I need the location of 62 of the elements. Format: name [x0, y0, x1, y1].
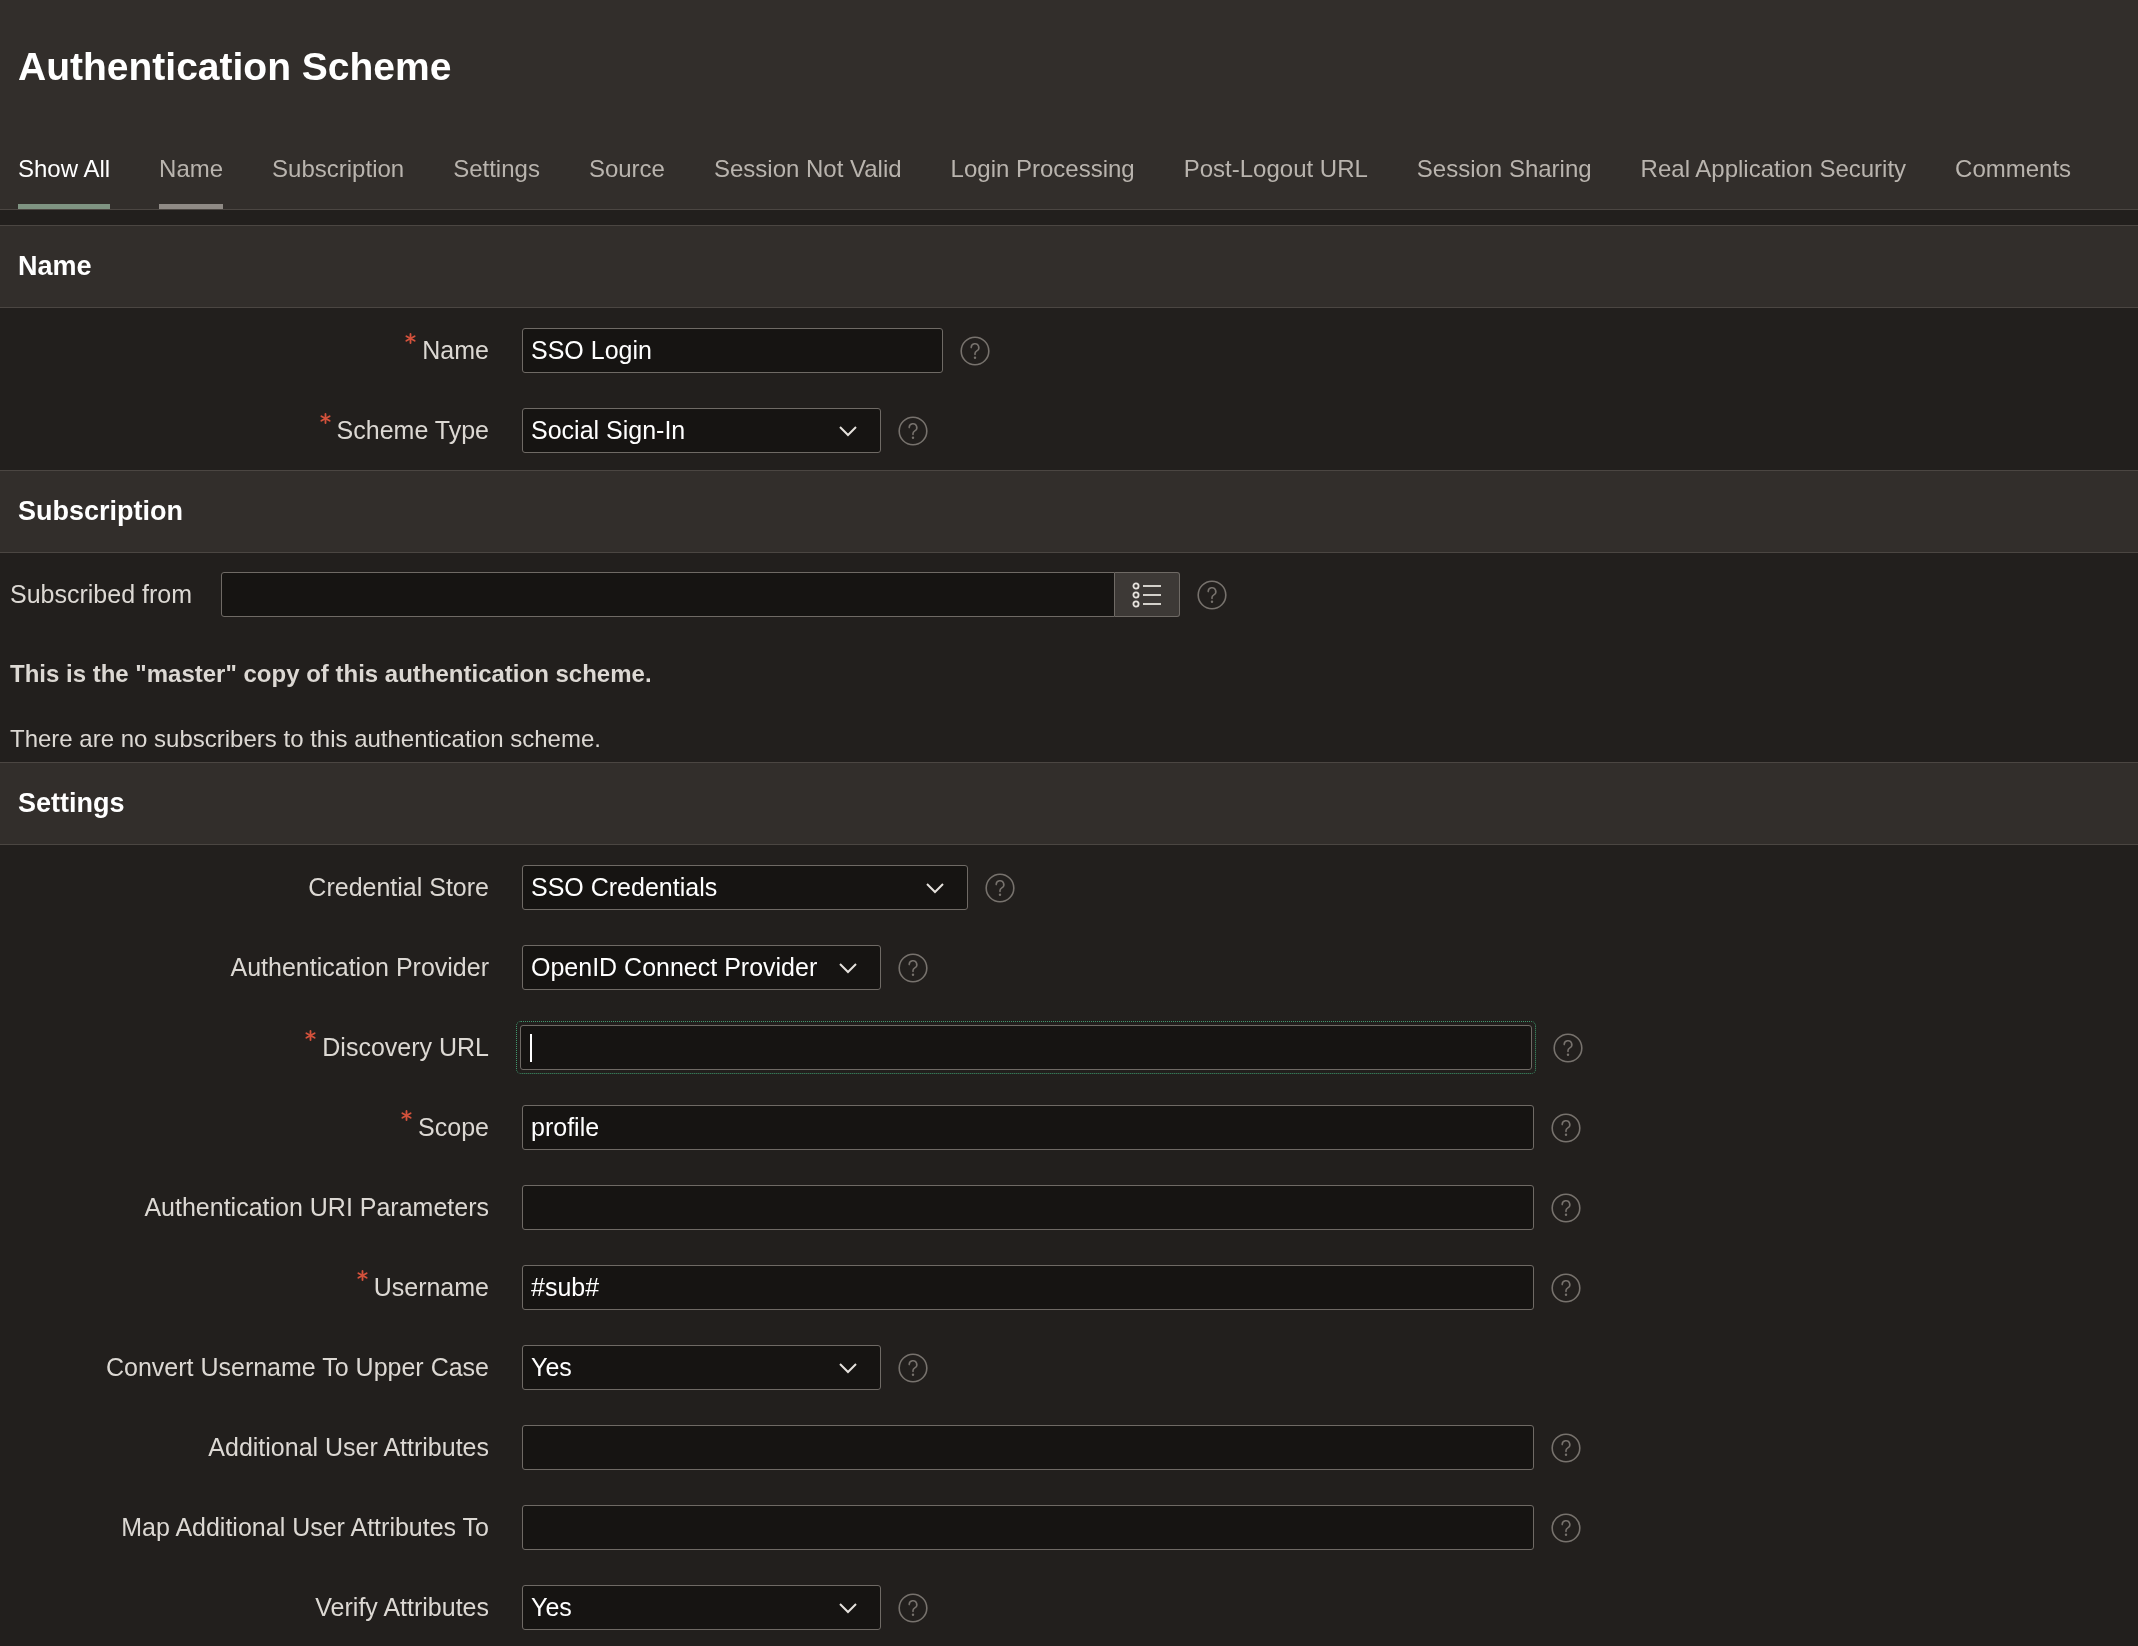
lookup-field[interactable] [221, 572, 1115, 617]
tab[interactable]: Source [588, 134, 665, 209]
text-field[interactable]: SSO Login [522, 328, 943, 373]
section-title: Settings [18, 788, 125, 819]
help-icon[interactable] [898, 415, 928, 446]
field-label: Username [373, 1273, 489, 1302]
help-icon[interactable] [1553, 1032, 1583, 1063]
text-field[interactable]: #sub# [522, 1265, 1534, 1310]
info-text: This is the "master" copy of this authentication scheme. [9, 660, 652, 688]
caret-icon [838, 1601, 858, 1614]
caret-icon [925, 881, 945, 894]
help-icon[interactable] [898, 1352, 928, 1383]
field-label: Additional User Attributes [208, 1433, 489, 1462]
tab[interactable]: Real Application Security [1640, 134, 1907, 209]
help-icon[interactable] [1551, 1272, 1581, 1303]
page-title: Authentication Scheme [18, 45, 452, 89]
caret-icon [838, 961, 858, 974]
help-icon[interactable] [1551, 1512, 1581, 1543]
select-field[interactable]: OpenID Connect Provider [522, 945, 881, 990]
help-icon[interactable] [898, 952, 928, 983]
tab[interactable]: Name [159, 134, 224, 209]
list-button[interactable] [1115, 572, 1180, 617]
caret-icon [838, 424, 858, 437]
help-icon[interactable] [1551, 1432, 1581, 1463]
field-label: Subscribed from [10, 580, 193, 609]
field-label: Scheme Type [336, 416, 489, 445]
field-label: Name [422, 336, 489, 365]
section-title: Subscription [18, 496, 183, 527]
help-icon[interactable] [1551, 1112, 1581, 1143]
help-icon[interactable] [960, 335, 990, 366]
field-label: Scope [418, 1113, 489, 1142]
field-label: Authentication URI Parameters [144, 1193, 489, 1222]
text-field[interactable] [522, 1185, 1534, 1230]
field-label: Credential Store [308, 873, 489, 902]
tab[interactable]: Subscription [272, 134, 405, 209]
select-field[interactable]: SSO Credentials [522, 865, 968, 910]
list-icon [1132, 581, 1162, 608]
text-field[interactable] [522, 1505, 1534, 1550]
tab[interactable]: Post-Logout URL [1183, 134, 1368, 209]
tab[interactable]: Comments [1955, 134, 2072, 209]
help-icon[interactable] [985, 872, 1015, 903]
tab[interactable]: Show All [18, 134, 111, 209]
field-label: Authentication Provider [230, 953, 489, 982]
tab[interactable]: Settings [453, 134, 540, 209]
text-field[interactable] [522, 1425, 1534, 1470]
help-icon[interactable] [898, 1592, 928, 1623]
select-field[interactable]: Yes [522, 1585, 881, 1630]
field-label: Map Additional User Attributes To [121, 1513, 489, 1542]
field-label: Convert Username To Upper Case [105, 1353, 489, 1382]
tab[interactable]: Session Not Valid [713, 134, 902, 209]
help-icon[interactable] [1551, 1192, 1581, 1223]
field-label: Verify Attributes [315, 1593, 489, 1622]
select-field[interactable]: Social Sign-In [522, 408, 881, 453]
field-label: Discovery URL [322, 1033, 489, 1062]
tab[interactable]: Session Sharing [1416, 134, 1592, 209]
tab[interactable]: Login Processing [950, 134, 1135, 209]
help-icon[interactable] [1197, 579, 1227, 610]
text-field[interactable]: profile [522, 1105, 1534, 1150]
info-text: There are no subscribers to this authentication scheme. [9, 725, 601, 753]
section-title: Name [18, 251, 92, 282]
caret-icon [838, 1361, 858, 1374]
select-field[interactable]: Yes [522, 1345, 881, 1390]
